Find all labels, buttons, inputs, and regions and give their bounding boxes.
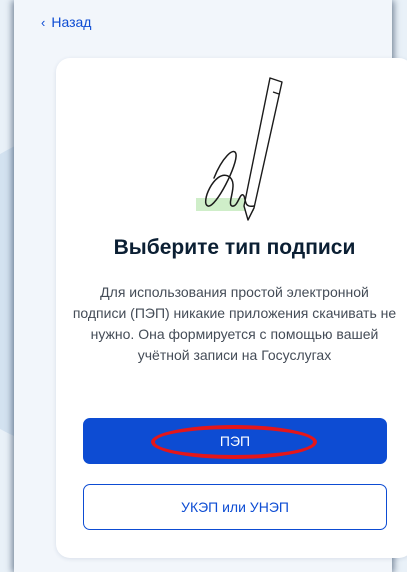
page-title: Выберите тип подписи [113,236,356,259]
ukep-unep-button-label: УКЭП или УНЭП [181,499,289,515]
description-text: Для использования простой электронной по… [72,284,397,363]
back-link-label: Назад [51,14,92,30]
back-link[interactable]: ‹ Назад [41,14,91,30]
ukep-unep-button[interactable]: УКЭП или УНЭП [83,484,387,530]
pep-button[interactable]: ПЭП [83,418,387,464]
app-frame: ‹ Назад Выберите тип подписи Для использ… [14,0,407,572]
chevron-left-icon: ‹ [41,14,46,30]
pen-icon [243,77,283,221]
signature-type-card: Выберите тип подписи Для использования п… [56,58,407,558]
pep-button-label: ПЭП [219,433,251,449]
pen-signature-illustration [196,77,283,221]
